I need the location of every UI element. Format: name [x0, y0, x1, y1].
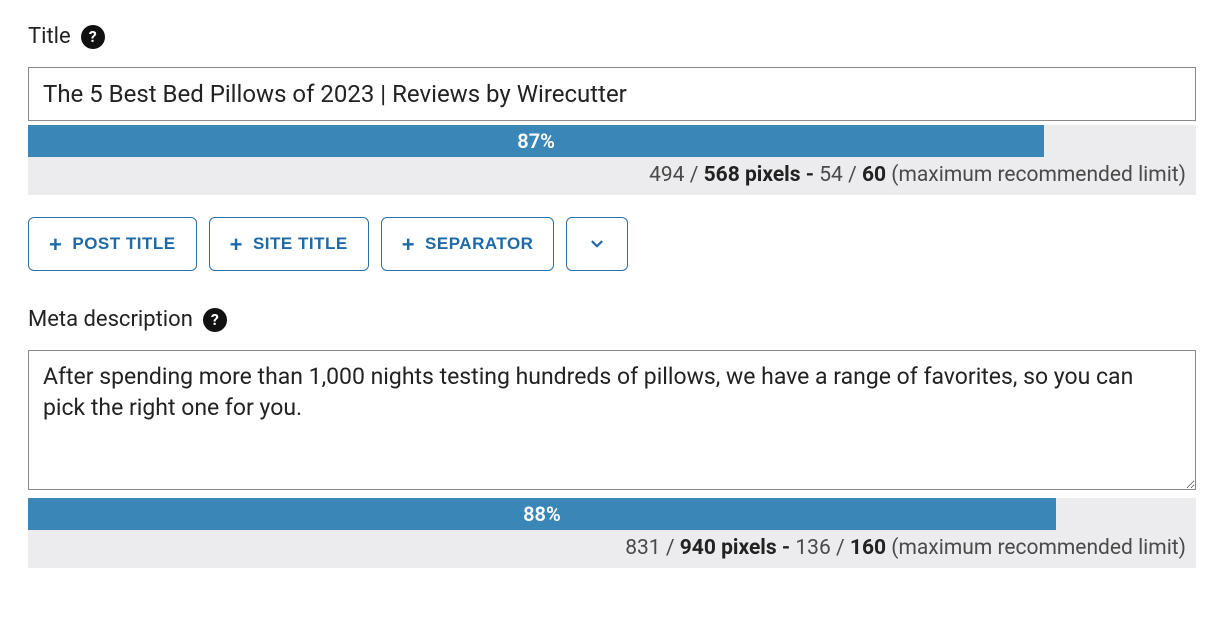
meta-description-input[interactable]: [28, 350, 1196, 490]
title-chars-max: 60: [862, 163, 886, 187]
site-title-button-label: SITE TITLE: [253, 234, 348, 254]
meta-metrics: 831 / 940 pixels - 136 / 160 (maximum re…: [28, 530, 1196, 568]
meta-description-section: Meta description ? 88% 831 / 940 pixels …: [28, 307, 1196, 568]
title-label-row: Title ?: [28, 24, 1196, 49]
pixels-word: pixels: [721, 536, 777, 560]
meta-pixels-current: 831: [625, 536, 660, 560]
meta-chars-current: 136: [795, 536, 830, 560]
meta-label: Meta description: [28, 307, 193, 332]
title-progress-track: 87%: [28, 125, 1196, 157]
dash: -: [806, 163, 814, 187]
title-pixels-current: 494: [649, 163, 684, 187]
slash: /: [666, 536, 675, 560]
meta-metrics-suffix: (maximum recommended limit): [891, 536, 1186, 560]
title-pixels-max: 568: [704, 163, 740, 187]
plus-icon: +: [49, 239, 62, 250]
dash: -: [782, 536, 790, 560]
more-options-button[interactable]: [566, 217, 628, 271]
help-icon[interactable]: ?: [81, 25, 105, 49]
meta-progress-track: 88%: [28, 498, 1196, 530]
chevron-down-icon: [588, 235, 606, 253]
meta-chars-max: 160: [850, 536, 886, 560]
post-title-button-label: POST TITLE: [72, 234, 175, 254]
meta-progress-bar: 88%: [28, 498, 1056, 530]
post-title-button[interactable]: + POST TITLE: [28, 217, 197, 271]
title-metrics: 494 / 568 pixels - 54 / 60 (maximum reco…: [28, 157, 1196, 195]
separator-button-label: SEPARATOR: [425, 234, 533, 254]
title-chars-current: 54: [819, 163, 843, 187]
slash: /: [848, 163, 857, 187]
title-input[interactable]: [28, 67, 1196, 121]
meta-pixels-max: 940: [680, 536, 716, 560]
plus-icon: +: [230, 239, 243, 250]
site-title-button[interactable]: + SITE TITLE: [209, 217, 369, 271]
title-button-row: + POST TITLE + SITE TITLE + SEPARATOR: [28, 217, 1196, 271]
title-metrics-suffix: (maximum recommended limit): [891, 163, 1186, 187]
pixels-word: pixels: [745, 163, 801, 187]
meta-label-row: Meta description ?: [28, 307, 1196, 332]
help-icon[interactable]: ?: [203, 308, 227, 332]
plus-icon: +: [402, 239, 415, 250]
separator-button[interactable]: + SEPARATOR: [381, 217, 555, 271]
slash: /: [690, 163, 699, 187]
title-section: Title ? 87% 494 / 568 pixels - 54 / 60 (…: [28, 24, 1196, 271]
title-label: Title: [28, 24, 71, 49]
title-progress-bar: 87%: [28, 125, 1044, 157]
slash: /: [836, 536, 845, 560]
